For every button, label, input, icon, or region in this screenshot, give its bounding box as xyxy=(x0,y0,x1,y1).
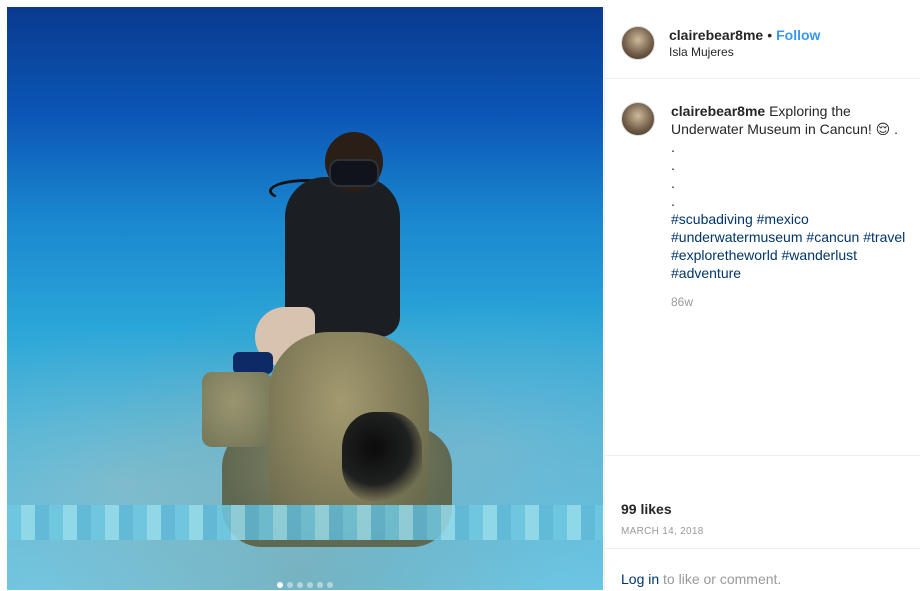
caption-dot-line: . xyxy=(671,175,675,191)
hashtag-line: #adventure xyxy=(671,264,920,282)
carousel-dot xyxy=(297,582,303,588)
hashtags: #scubadiving #mexico #underwatermuseum #… xyxy=(671,210,920,282)
statue-block xyxy=(202,372,272,447)
likes-section: 99 likes MARCH 14, 2018 xyxy=(605,455,920,548)
dive-mask xyxy=(329,159,379,187)
carousel-dot xyxy=(327,582,333,588)
post-date: MARCH 14, 2018 xyxy=(621,526,704,537)
carousel-dot xyxy=(317,582,323,588)
login-text: Log in to like or comment. xyxy=(621,571,781,587)
caption-dot-line: . xyxy=(671,139,675,155)
post-age[interactable]: 86w xyxy=(671,295,693,309)
post-header: clairebear8me • Follow Isla Mujeres xyxy=(605,7,920,79)
hashtag-link[interactable]: #cancun xyxy=(806,229,859,245)
diver-fin xyxy=(233,352,273,374)
carousel-dot xyxy=(277,582,283,588)
hashtag-link[interactable]: #mexico xyxy=(757,211,809,227)
hashtag-line: #exploretheworld #wanderlust xyxy=(671,246,920,264)
carousel-indicator xyxy=(7,582,603,588)
avatar[interactable] xyxy=(621,102,655,136)
caption-dot-line: . xyxy=(671,157,675,173)
username-link[interactable]: clairebear8me xyxy=(669,27,763,43)
caption-dot-line: . xyxy=(671,193,675,209)
login-suffix: to like or comment. xyxy=(659,571,782,587)
login-link[interactable]: Log in xyxy=(621,571,659,587)
hashtag-link[interactable]: #travel xyxy=(863,229,905,245)
pixelated-overlay xyxy=(7,505,603,540)
post-sidebar: clairebear8me • Follow Isla Mujeres claire… xyxy=(604,7,920,590)
hashtag-link[interactable]: #adventure xyxy=(671,265,741,281)
follow-button[interactable]: Follow xyxy=(776,27,820,43)
post-photo[interactable] xyxy=(7,7,603,590)
location-link[interactable]: Isla Mujeres xyxy=(669,45,734,59)
separator-dot: • xyxy=(767,27,773,43)
hashtag-line: #underwatermuseum #cancun #travel xyxy=(671,228,920,246)
carousel-dot xyxy=(307,582,313,588)
login-prompt: Log in to like or comment. xyxy=(605,548,920,591)
carousel-dot xyxy=(287,582,293,588)
hashtag-link[interactable]: #scubadiving xyxy=(671,211,753,227)
caption-username-link[interactable]: clairebear8me xyxy=(671,103,765,119)
hashtag-link[interactable]: #underwatermuseum xyxy=(671,229,803,245)
hashtag-link[interactable]: #wanderlust xyxy=(782,247,858,263)
avatar[interactable] xyxy=(621,26,655,60)
hashtag-link[interactable]: #exploretheworld xyxy=(671,247,778,263)
caption-text: clairebear8me Exploring the Underwater M… xyxy=(671,102,920,282)
sea-urchins xyxy=(342,412,422,502)
hashtag-line: #scubadiving #mexico xyxy=(671,210,920,228)
likes-count[interactable]: 99 likes xyxy=(621,501,672,517)
header-user-line: clairebear8me • Follow xyxy=(669,27,820,43)
